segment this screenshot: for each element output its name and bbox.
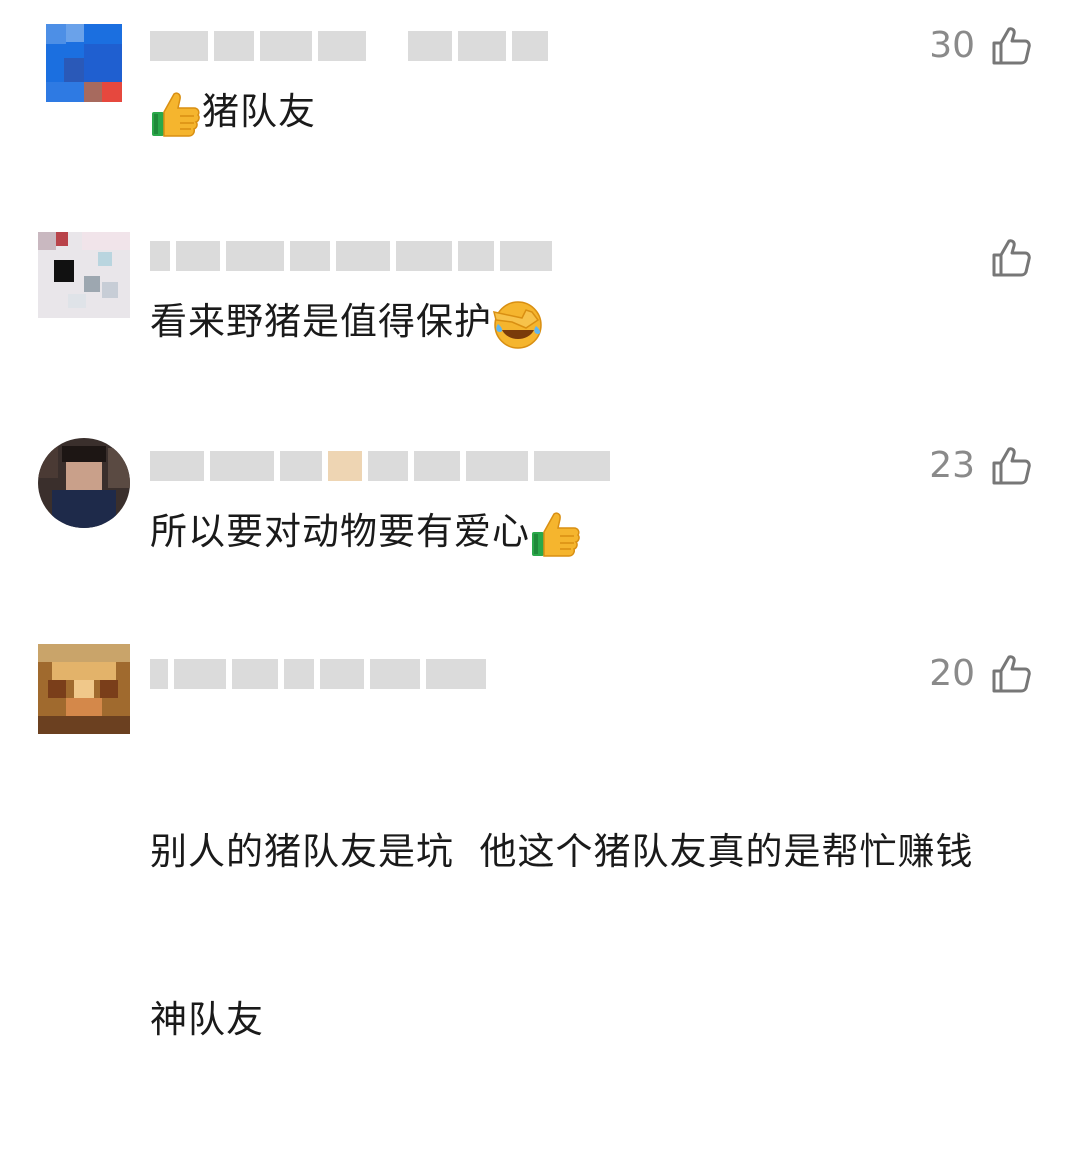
comment-text-content: 看来野猪是值得保护	[150, 300, 492, 343]
comment-text-line: 别人的猪队友是坑 他这个猪队友真的是帮忙赚钱	[150, 830, 974, 873]
thumb-up-outline-icon	[991, 446, 1031, 486]
thumb-up-outline-icon	[991, 26, 1031, 66]
like-button[interactable]: 20	[929, 654, 1031, 694]
thumb-up-outline-icon	[991, 238, 1031, 278]
like-count: 20	[929, 653, 975, 694]
avatar[interactable]	[38, 232, 130, 318]
like-count: 23	[929, 445, 975, 486]
comment-text-line: 神队友	[150, 998, 264, 1041]
facepalm-laugh-emoji	[492, 298, 544, 350]
comment-text: 别人的猪队友是坑 他这个猪队友真的是帮忙赚钱 神队友	[150, 712, 1040, 1160]
avatar[interactable]	[38, 644, 130, 734]
thumb-up-outline-icon	[991, 654, 1031, 694]
like-button[interactable]: 23	[929, 446, 1031, 486]
thumbs-up-emoji	[530, 508, 582, 560]
comment-text: 看来野猪是值得保护	[150, 294, 1040, 350]
username-blurred[interactable]	[150, 446, 610, 486]
comment-text: 所以要对动物要有爱心	[150, 504, 1040, 560]
comment-text-content: 所以要对动物要有爱心	[150, 510, 530, 553]
like-button[interactable]	[975, 238, 1031, 278]
like-button[interactable]: 30	[929, 26, 1031, 66]
username-blurred[interactable]	[150, 654, 486, 694]
thumbs-up-emoji	[150, 88, 202, 140]
like-count: 30	[929, 25, 975, 66]
comment-text-content: 猪队友	[202, 90, 316, 133]
username-blurred[interactable]	[150, 26, 548, 66]
comment-text: 猪队友	[150, 84, 1040, 140]
avatar[interactable]	[46, 24, 122, 102]
username-blurred[interactable]	[150, 236, 552, 276]
avatar[interactable]	[38, 438, 130, 528]
